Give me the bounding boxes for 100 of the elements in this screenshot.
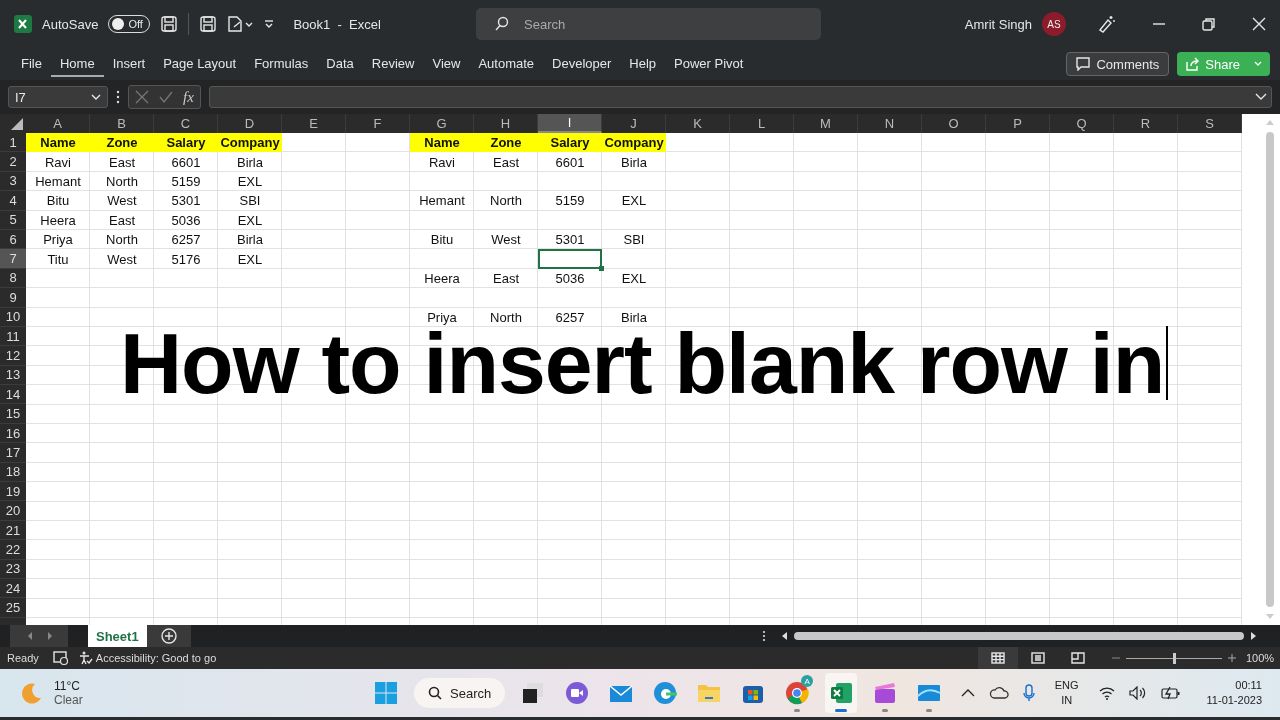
language-indicator[interactable]: ENG IN bbox=[1054, 678, 1079, 708]
header-cell: Salary bbox=[538, 133, 602, 153]
table-cell-text: 5301 bbox=[554, 231, 586, 250]
search-field[interactable]: Search bbox=[476, 8, 821, 40]
column-header[interactable]: B bbox=[90, 114, 154, 133]
column-header[interactable]: M bbox=[794, 114, 858, 133]
column-header[interactable]: L bbox=[730, 114, 794, 133]
ribbon-tab[interactable]: Insert bbox=[103, 51, 155, 77]
normal-view-button[interactable] bbox=[978, 647, 1018, 669]
scroll-right-icon[interactable] bbox=[1250, 631, 1258, 641]
table-cell-text: Ravi bbox=[428, 153, 456, 172]
formula-input[interactable] bbox=[208, 86, 1272, 108]
browser-icon bbox=[653, 681, 678, 705]
ribbon-tab[interactable]: Data bbox=[317, 51, 363, 77]
next-sheet-icon[interactable] bbox=[46, 631, 54, 641]
table-cell-text: 5176 bbox=[170, 250, 202, 269]
chevron-down-icon[interactable] bbox=[1255, 93, 1267, 101]
save-icon[interactable] bbox=[160, 15, 179, 33]
restore-icon[interactable] bbox=[1202, 17, 1216, 31]
column-header[interactable]: E bbox=[282, 114, 346, 133]
wifi-icon[interactable] bbox=[1098, 686, 1115, 700]
column-header[interactable]: Q bbox=[1050, 114, 1114, 133]
chevron-up-icon[interactable] bbox=[960, 688, 975, 698]
comments-button[interactable]: Comments bbox=[1066, 52, 1170, 76]
clock-date[interactable]: 11-01-2023 bbox=[1206, 693, 1262, 708]
excel-logo-icon bbox=[14, 15, 32, 33]
table-cell-text: EXL bbox=[620, 192, 648, 211]
form-caret-icon[interactable] bbox=[227, 15, 254, 33]
ribbon-tab[interactable]: Review bbox=[362, 51, 424, 77]
table-cell-text: Priya bbox=[42, 231, 74, 250]
search-icon bbox=[494, 16, 510, 32]
ribbon-tab[interactable]: Page Layout bbox=[154, 51, 246, 77]
table-cell-text: West bbox=[106, 250, 138, 269]
more-options-icon[interactable] bbox=[116, 90, 120, 104]
ribbon-tab[interactable]: Power Pivot bbox=[665, 51, 753, 77]
ribbon-tab[interactable]: Formulas bbox=[245, 51, 318, 77]
chrome-icon bbox=[785, 681, 810, 705]
add-sheet-icon[interactable] bbox=[160, 628, 177, 644]
pen-sparkle-icon[interactable] bbox=[1096, 14, 1116, 34]
column-header[interactable]: D bbox=[218, 114, 282, 133]
sheet-tab[interactable]: Sheet1 bbox=[88, 625, 147, 647]
zoom-slider-thumb[interactable] bbox=[1173, 652, 1176, 664]
column-header[interactable]: F bbox=[346, 114, 410, 133]
close-icon[interactable] bbox=[1252, 17, 1266, 31]
scroll-left-icon[interactable] bbox=[780, 631, 788, 641]
ribbon-tab[interactable]: Automate bbox=[469, 51, 544, 77]
autosave-label: AutoSave bbox=[42, 16, 99, 32]
column-header[interactable]: H bbox=[474, 114, 538, 133]
column-header[interactable]: N bbox=[858, 114, 922, 133]
table-cell-text: EXL bbox=[236, 250, 264, 269]
column-header[interactable]: R bbox=[1114, 114, 1178, 133]
running-indicator bbox=[882, 709, 889, 712]
column-header[interactable]: A bbox=[26, 114, 90, 133]
table-cell-text: Birla bbox=[236, 153, 264, 172]
column-header[interactable]: S bbox=[1178, 114, 1242, 133]
ribbon-tab[interactable]: View bbox=[423, 51, 470, 77]
ribbon-tab[interactable]: Home bbox=[50, 51, 104, 77]
chevron-down-icon bbox=[91, 94, 101, 100]
zoom-level[interactable]: 100% bbox=[1246, 652, 1280, 664]
column-header[interactable]: J bbox=[602, 114, 666, 133]
column-header[interactable]: O bbox=[922, 114, 986, 133]
weather-condition: Clear bbox=[54, 693, 83, 707]
table-cell-text: East bbox=[108, 211, 136, 230]
header-cell: Name bbox=[410, 133, 474, 153]
ribbon-tab[interactable]: Developer bbox=[543, 51, 621, 77]
table-cell-text: 5036 bbox=[554, 269, 586, 288]
battery-charging-icon[interactable] bbox=[1160, 686, 1181, 700]
insert-function-button[interactable]: fx bbox=[183, 88, 194, 106]
column-header[interactable]: I bbox=[538, 114, 602, 133]
windows-start-icon[interactable] bbox=[374, 681, 398, 705]
clock-time[interactable]: 00:11 bbox=[1235, 678, 1262, 693]
table-cell-text: Birla bbox=[620, 153, 648, 172]
microphone-icon[interactable] bbox=[1022, 684, 1035, 702]
zoom-in-icon[interactable] bbox=[1228, 654, 1236, 662]
taskbar-search-button[interactable]: Search bbox=[414, 678, 506, 708]
table-cell-text: East bbox=[108, 153, 136, 172]
running-indicator bbox=[835, 709, 848, 712]
ribbon-tab[interactable]: File bbox=[12, 51, 51, 77]
column-header[interactable]: P bbox=[986, 114, 1050, 133]
video-editor-icon bbox=[873, 681, 898, 705]
accessibility-button[interactable]: Accessibility: Good to go bbox=[78, 651, 217, 665]
user-name: Amrit Singh bbox=[964, 16, 1032, 32]
macro-record-icon[interactable] bbox=[52, 651, 69, 665]
table-cell-text: Bitu bbox=[45, 192, 71, 211]
column-header[interactable]: G bbox=[410, 114, 474, 133]
table-cell-text: Birla bbox=[620, 308, 648, 327]
column-header[interactable]: K bbox=[666, 114, 730, 133]
previous-sheet-icon[interactable] bbox=[26, 631, 34, 641]
column-header[interactable]: C bbox=[154, 114, 218, 133]
save-icon[interactable] bbox=[199, 15, 218, 33]
ribbon-tab[interactable]: Help bbox=[620, 51, 666, 77]
more-options-icon[interactable] bbox=[762, 630, 766, 642]
row-header[interactable]: 7 bbox=[0, 249, 26, 269]
user-avatar[interactable]: AS bbox=[1042, 12, 1066, 36]
cloud-icon[interactable] bbox=[988, 686, 1009, 700]
speaker-icon[interactable] bbox=[1128, 686, 1147, 700]
name-box[interactable]: I7 bbox=[8, 86, 108, 108]
table-cell-text: 5301 bbox=[170, 192, 202, 211]
selected-cell[interactable] bbox=[538, 249, 602, 269]
check-icon bbox=[159, 90, 173, 104]
